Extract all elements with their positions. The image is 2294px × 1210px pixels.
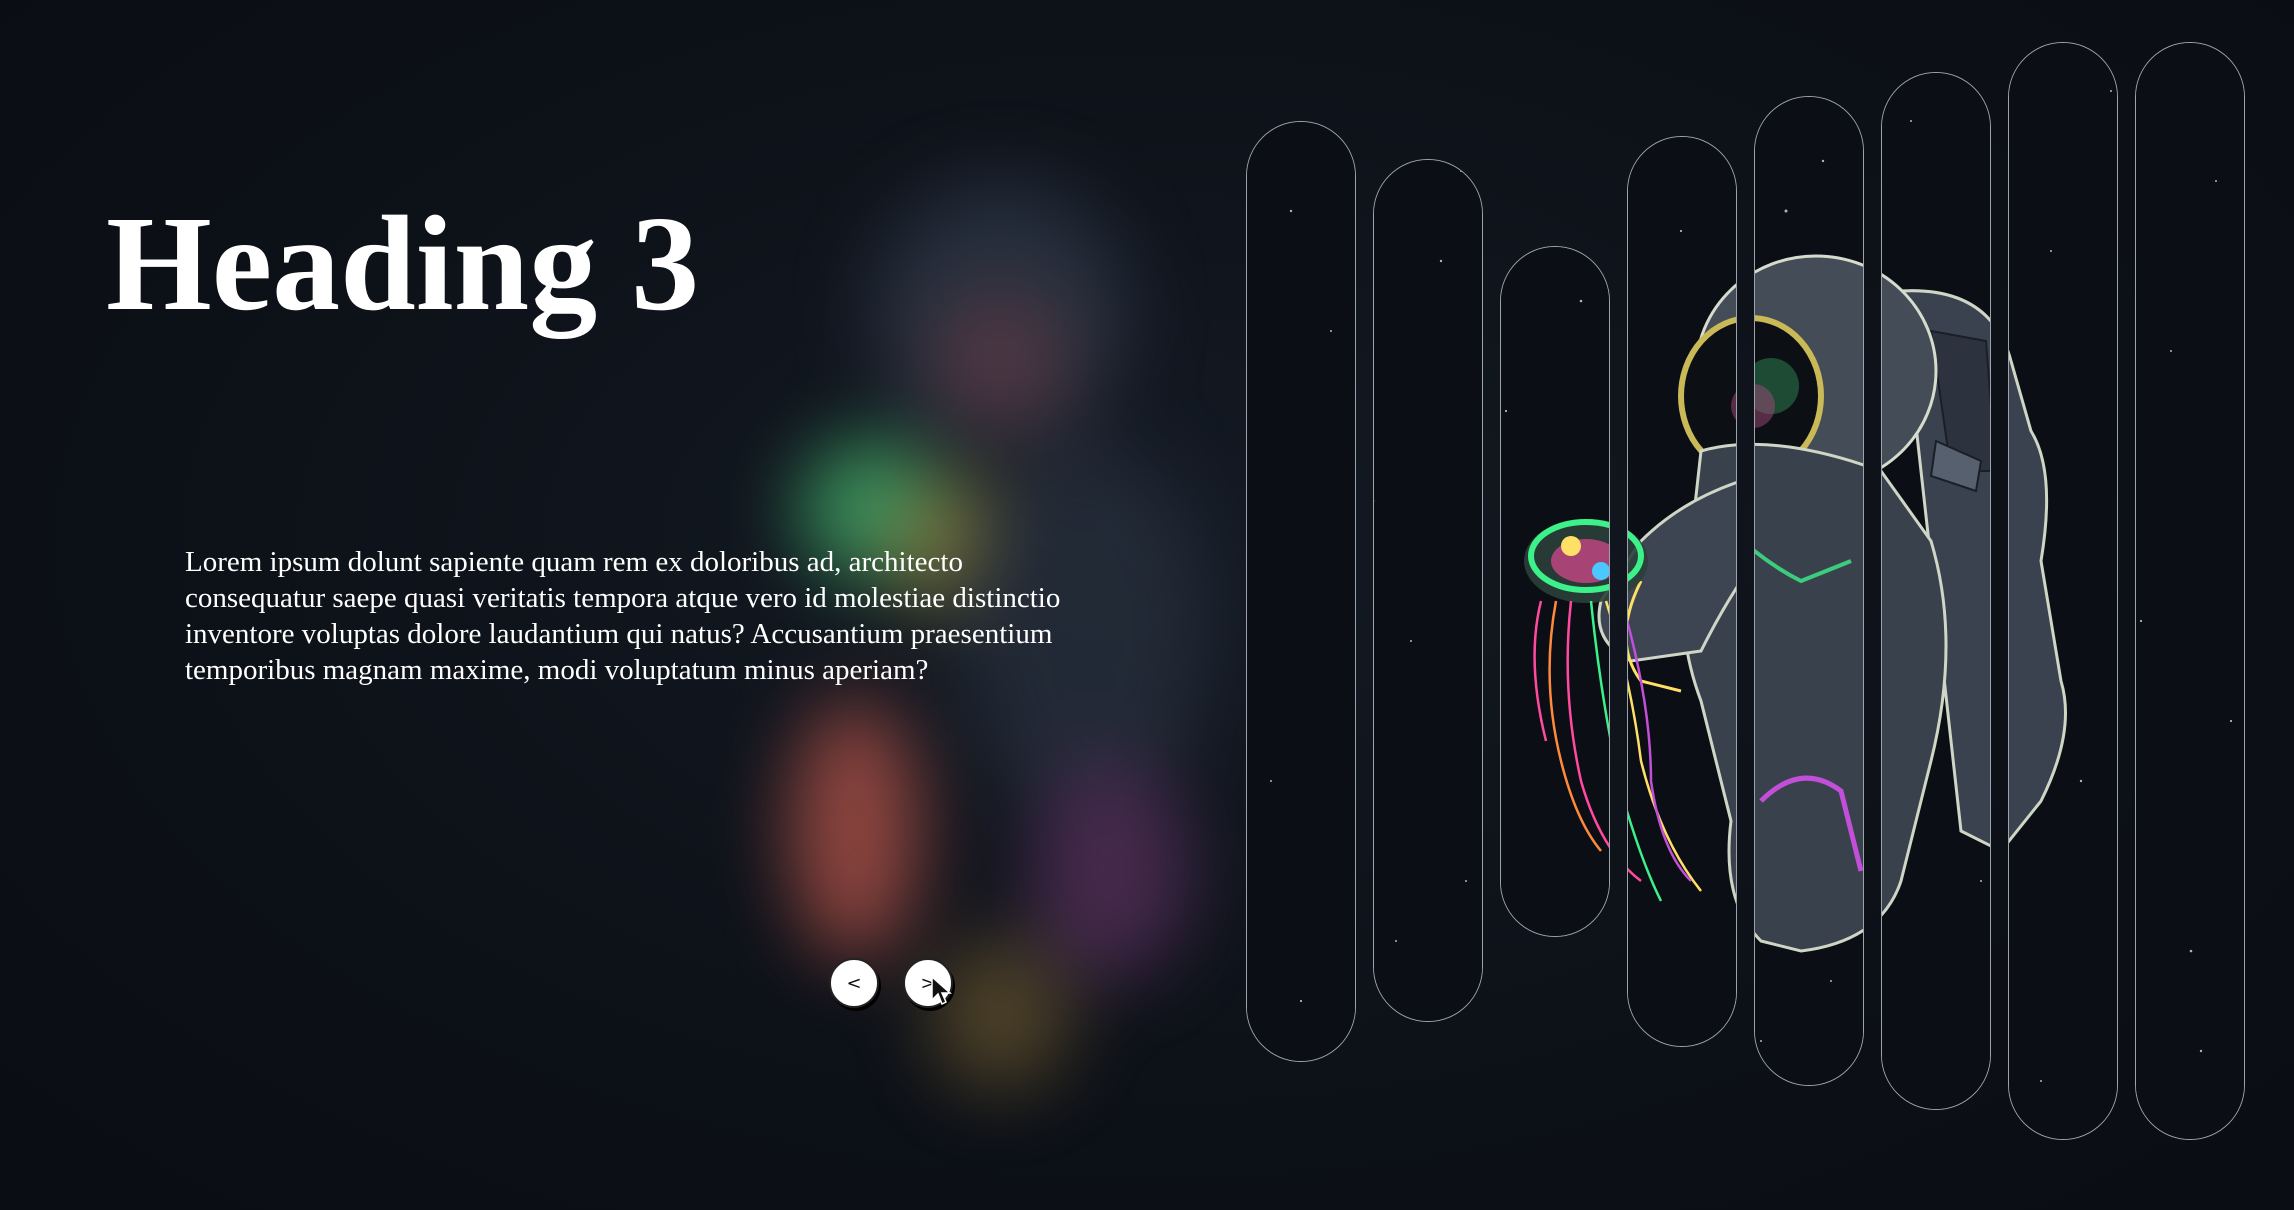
image-strip (2135, 42, 2245, 1140)
image-strip (1373, 159, 1483, 1022)
image-strip (2008, 42, 2118, 1140)
image-strip (1500, 246, 1610, 937)
image-strip (1881, 72, 1991, 1110)
image-strip (1246, 121, 1356, 1062)
illustration-strips (0, 0, 2294, 1210)
image-strip (1627, 136, 1737, 1047)
image-strip (1754, 96, 1864, 1086)
